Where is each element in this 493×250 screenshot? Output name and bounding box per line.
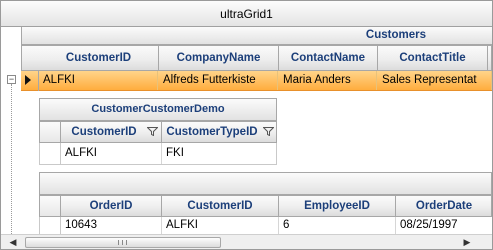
customerdemo-band-title: CustomerCustomerDemo [39,98,277,121]
customerdemo-column-header: CustomerID CustomerTypeID [39,121,277,143]
grip-icon [118,240,127,245]
column-header-label: CustomerTypeID [166,126,258,138]
cell-companyname[interactable]: Alfreds Futterkiste [158,71,278,90]
table-row[interactable]: 10643 ALFKI 6 08/25/1997 [39,217,492,235]
orders-band-title [39,172,492,195]
cell-orderid[interactable]: 10643 [61,217,162,235]
cell-customerid[interactable]: ALFKI [61,143,162,164]
cell-customerid[interactable]: ALFKI [38,71,158,90]
scrollbar-thumb[interactable] [25,237,221,248]
customers-band-title: Customers [21,27,492,45]
horizontal-scrollbar[interactable]: ◀ ▶ [1,234,492,249]
customers-column-header: CustomerID CompanyName ContactName Conta… [21,45,492,71]
table-row-selected[interactable]: ALFKI Alfreds Futterkiste Maria Anders S… [21,71,492,91]
table-row[interactable]: ALFKI FKI [39,143,277,165]
column-header-contacttitle[interactable]: ContactTitle [378,46,488,70]
column-header-customerid[interactable]: CustomerID [61,122,162,142]
grid-caption: ultraGrid1 [1,1,492,27]
cell-customertypeid[interactable]: FKI [162,143,276,164]
child-row-selector-header [40,122,61,142]
column-header-orderid[interactable]: OrderID [61,196,162,216]
column-header-companyname[interactable]: CompanyName [159,46,279,70]
tree-connector [11,84,12,234]
scroll-left-arrow-icon[interactable]: ◀ [5,235,21,249]
cell-contacttitle[interactable]: Sales Representat [377,71,492,90]
active-row-arrow-icon [25,75,31,85]
collapse-icon[interactable]: − [7,75,16,84]
column-header-employeeid[interactable]: EmployeeID [279,196,396,216]
column-header-customerid[interactable]: CustomerID [162,196,279,216]
row-selector[interactable] [40,143,61,164]
column-header-customertypeid[interactable]: CustomerTypeID [162,122,277,142]
column-header-orderdate[interactable]: OrderDate [396,196,492,216]
scroll-right-arrow-icon[interactable]: ▶ [459,235,475,249]
column-header-contactname[interactable]: ContactName [279,46,378,70]
filter-icon[interactable] [147,127,158,136]
column-header-customerid[interactable]: CustomerID [39,46,159,70]
cell-contactname[interactable]: Maria Anders [278,71,377,90]
column-header-label: CustomerID [71,126,137,138]
child-row-selector-header [40,196,61,216]
cell-employeeid[interactable]: 6 [279,217,396,235]
row-selector[interactable] [40,217,61,235]
cell-orderdate[interactable]: 08/25/1997 [396,217,492,235]
ultra-grid[interactable]: ultraGrid1 Customers CustomerID CompanyN… [0,0,493,250]
customers-band-label: Customers [365,29,426,41]
cell-customerid[interactable]: ALFKI [162,217,279,235]
orders-column-header: OrderID CustomerID EmployeeID OrderDate [39,195,492,217]
filter-icon[interactable] [263,127,274,136]
